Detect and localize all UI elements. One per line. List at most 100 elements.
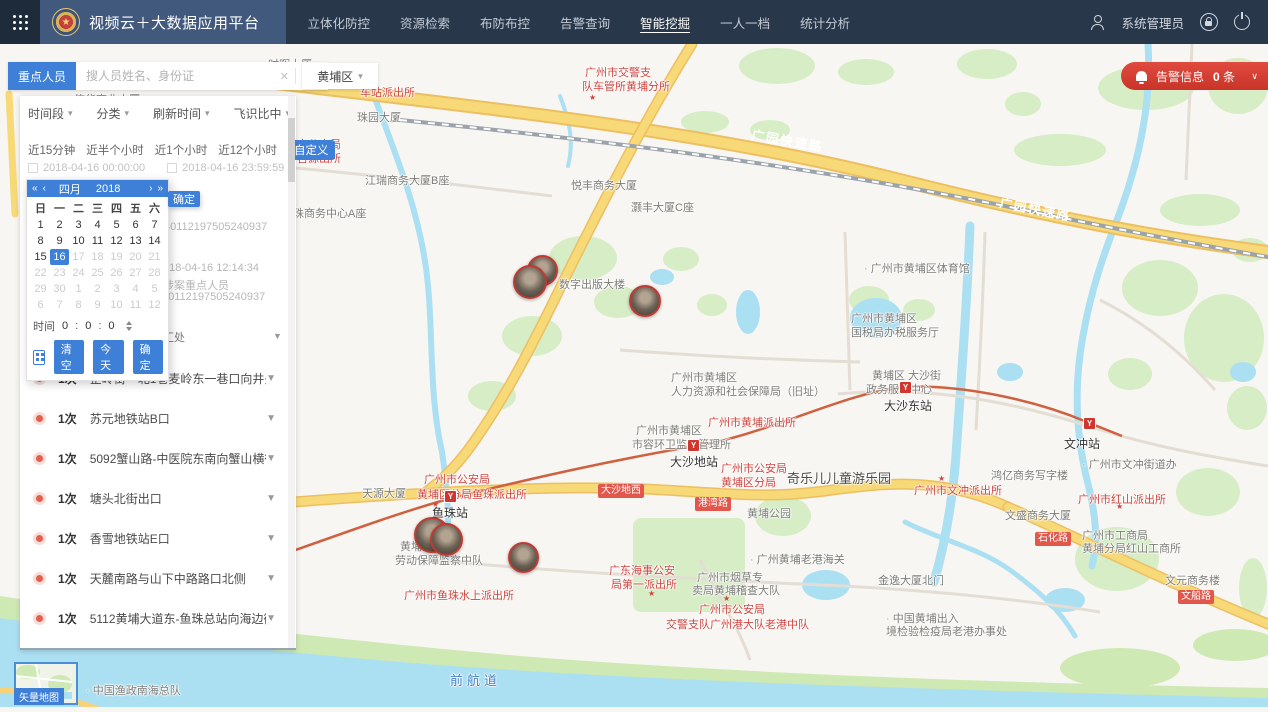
calendar-day[interactable]: 2 bbox=[50, 217, 69, 233]
search-tab-key-person[interactable]: 重点人员 bbox=[8, 62, 76, 90]
power-logout-icon[interactable] bbox=[1234, 14, 1250, 30]
calendar-day[interactable]: 5 bbox=[145, 281, 164, 297]
calendar-day[interactable]: 1 bbox=[69, 281, 88, 297]
calendar-day[interactable]: 27 bbox=[126, 265, 145, 281]
person-avatar-marker[interactable] bbox=[430, 523, 463, 556]
quick-time-2[interactable]: 近半个小时 bbox=[86, 142, 144, 158]
calendar-grid-icon[interactable] bbox=[33, 350, 45, 365]
list-item[interactable]: 1次苏元地铁站B口▼ bbox=[20, 398, 288, 438]
next-month-icon[interactable]: › bbox=[149, 183, 152, 194]
filter-dropdown-4[interactable]: 飞识比中▾ bbox=[233, 105, 290, 122]
chevron-down-icon[interactable]: ▼ bbox=[266, 373, 276, 384]
district-dropdown[interactable]: 黄埔区 ▾ bbox=[302, 63, 378, 89]
nav-item-4[interactable]: 告警查询 bbox=[560, 13, 610, 32]
today-button[interactable]: 今天 bbox=[93, 340, 123, 374]
calendar-day[interactable]: 22 bbox=[31, 265, 50, 281]
search-input[interactable] bbox=[84, 68, 274, 84]
list-item[interactable]: 1次5092蟹山路-中医院东南向蟹山横街▼ bbox=[20, 438, 288, 478]
quick-time-4[interactable]: 近12个小时 bbox=[218, 142, 277, 158]
calendar-month[interactable]: 四月 bbox=[59, 181, 81, 197]
calendar-day[interactable]: 9 bbox=[88, 297, 107, 313]
calendar-day[interactable]: 17 bbox=[69, 249, 88, 265]
calendar-day[interactable]: 10 bbox=[69, 233, 88, 249]
nav-item-6[interactable]: 一人一档 bbox=[720, 13, 770, 32]
calendar-day[interactable]: 14 bbox=[145, 233, 164, 249]
quick-time-3[interactable]: 近1个小时 bbox=[155, 142, 207, 158]
calendar-day[interactable]: 30 bbox=[50, 281, 69, 297]
calendar-day[interactable]: 7 bbox=[145, 217, 164, 233]
calendar-day[interactable]: 15 bbox=[31, 249, 50, 265]
calendar-day[interactable]: 8 bbox=[69, 297, 88, 313]
calendar-day[interactable]: 6 bbox=[31, 297, 50, 313]
clear-icon[interactable]: ✕ bbox=[274, 70, 295, 83]
app-grid-button[interactable] bbox=[0, 0, 40, 44]
user-name[interactable]: 系统管理员 bbox=[1121, 13, 1184, 32]
second-value[interactable]: 0 bbox=[108, 320, 114, 332]
calendar-day[interactable]: 19 bbox=[107, 249, 126, 265]
calendar-day-selected[interactable]: 16 bbox=[50, 249, 69, 265]
person-avatar-marker[interactable] bbox=[513, 265, 547, 299]
chevron-down-icon[interactable]: ▼ bbox=[266, 573, 276, 584]
alert-bar[interactable]: 告警信息 0 条 ∨ bbox=[1121, 62, 1268, 90]
nav-item-3[interactable]: 布防布控 bbox=[480, 13, 530, 32]
chevron-down-icon[interactable]: ▼ bbox=[266, 413, 276, 424]
calendar-day[interactable]: 2 bbox=[88, 281, 107, 297]
prev-month-icon[interactable]: ‹ bbox=[43, 183, 46, 194]
calendar-day[interactable]: 11 bbox=[88, 233, 107, 249]
calendar-day[interactable]: 21 bbox=[145, 249, 164, 265]
filter-dropdown-2[interactable]: 分类▾ bbox=[96, 105, 129, 122]
confirm-button[interactable]: 确定 bbox=[133, 340, 163, 374]
person-avatar-marker[interactable] bbox=[629, 285, 661, 317]
nav-item-1[interactable]: 立体化防控 bbox=[308, 13, 371, 32]
security-settings-icon[interactable] bbox=[1200, 13, 1218, 31]
chevron-down-icon[interactable]: ▼ bbox=[266, 613, 276, 624]
filter-dropdown-3[interactable]: 刷新时间▾ bbox=[153, 105, 210, 122]
calendar-day[interactable]: 3 bbox=[107, 281, 126, 297]
hour-value[interactable]: 0 bbox=[62, 320, 68, 332]
chevron-down-icon[interactable]: ▼ bbox=[266, 533, 276, 544]
calendar-confirm-button[interactable]: 确定 bbox=[168, 191, 200, 207]
time-stepper[interactable] bbox=[126, 321, 132, 331]
calendar-day[interactable]: 4 bbox=[126, 281, 145, 297]
calendar-day[interactable]: 6 bbox=[126, 217, 145, 233]
calendar-day[interactable]: 24 bbox=[69, 265, 88, 281]
nav-item-5[interactable]: 智能挖掘 bbox=[640, 13, 690, 32]
calendar-year[interactable]: 2018 bbox=[96, 183, 120, 195]
next-year-icon[interactable]: » bbox=[157, 183, 163, 194]
calendar-day[interactable]: 12 bbox=[145, 297, 164, 313]
date-from[interactable]: 2018-04-16 00:00:00 bbox=[28, 162, 145, 174]
calendar-day[interactable]: 4 bbox=[88, 217, 107, 233]
calendar-day[interactable]: 18 bbox=[88, 249, 107, 265]
quick-time-1[interactable]: 近15分钟 bbox=[28, 142, 75, 158]
calendar-day[interactable]: 7 bbox=[50, 297, 69, 313]
filter-dropdown-1[interactable]: 时间段▾ bbox=[28, 105, 73, 122]
calendar-day[interactable]: 26 bbox=[107, 265, 126, 281]
chevron-down-icon[interactable]: ▼ bbox=[266, 493, 276, 504]
calendar-day[interactable]: 8 bbox=[31, 233, 50, 249]
minimap-mode-label[interactable]: 矢量地图 bbox=[14, 688, 64, 705]
person-avatar-marker[interactable] bbox=[508, 542, 539, 573]
calendar-day[interactable]: 23 bbox=[50, 265, 69, 281]
calendar-day[interactable]: 3 bbox=[69, 217, 88, 233]
chevron-down-icon[interactable]: ▼ bbox=[273, 331, 282, 341]
list-item[interactable]: 1次塘头北街出口▼ bbox=[20, 478, 288, 518]
list-item[interactable]: 1次5112黄埔大道东-鱼珠总站向海边街（全）▼ bbox=[20, 598, 288, 638]
calendar-day[interactable]: 10 bbox=[107, 297, 126, 313]
calendar-day[interactable]: 12 bbox=[107, 233, 126, 249]
calendar-day[interactable]: 9 bbox=[50, 233, 69, 249]
calendar-day[interactable]: 11 bbox=[126, 297, 145, 313]
calendar-day[interactable]: 20 bbox=[126, 249, 145, 265]
calendar-day[interactable]: 25 bbox=[88, 265, 107, 281]
nav-item-7[interactable]: 统计分析 bbox=[800, 13, 850, 32]
nav-item-2[interactable]: 资源检索 bbox=[400, 13, 450, 32]
panel-scrollbar-thumb[interactable] bbox=[288, 118, 295, 182]
list-item[interactable]: 1次天麓南路与山下中路路口北侧▼ bbox=[20, 558, 288, 598]
calendar-day[interactable]: 5 bbox=[107, 217, 126, 233]
minute-value[interactable]: 0 bbox=[85, 320, 91, 332]
date-to[interactable]: 2018-04-16 23:59:59 bbox=[167, 162, 284, 174]
chevron-down-icon[interactable]: ▼ bbox=[266, 453, 276, 464]
calendar-day[interactable]: 28 bbox=[145, 265, 164, 281]
prev-year-icon[interactable]: « bbox=[32, 183, 38, 194]
chevron-down-icon[interactable]: ∨ bbox=[1251, 71, 1268, 82]
calendar-day[interactable]: 29 bbox=[31, 281, 50, 297]
